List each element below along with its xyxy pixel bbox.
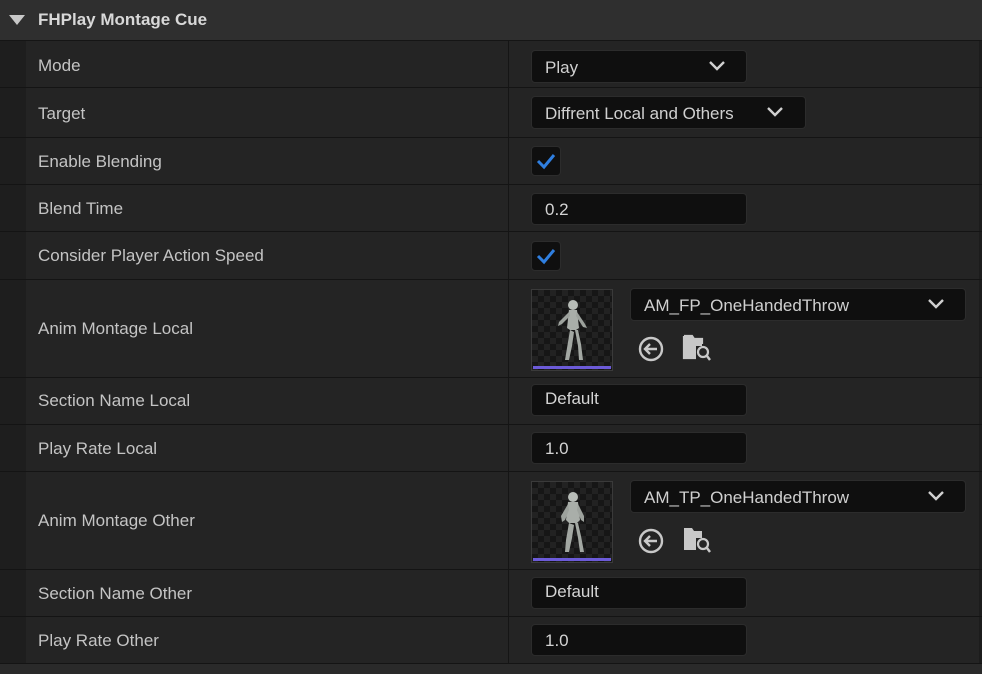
property-row-blend-time: Blend Time 0.2 (0, 185, 982, 232)
character-preview-icon (561, 492, 584, 552)
section-name-other-label: Section Name Other (38, 584, 193, 603)
anim-montage-local-thumbnail[interactable] (531, 289, 613, 371)
chevron-down-icon (928, 491, 944, 501)
blend-time-label: Blend Time (38, 199, 124, 218)
panel-footer (0, 664, 982, 674)
property-row-section-name-local: Section Name Local Default (0, 378, 982, 425)
property-row-mode: Mode Play (0, 41, 982, 88)
play-rate-other-label: Play Rate Other (38, 631, 159, 650)
section-name-local-label: Section Name Local (38, 391, 191, 410)
chevron-down-icon (928, 299, 944, 309)
property-row-target: Target Diffrent Local and Others (0, 88, 982, 138)
play-rate-local-input[interactable]: 1.0 (531, 432, 747, 464)
blend-time-value: 0.2 (545, 200, 569, 219)
section-name-local-value: Default (545, 389, 599, 408)
details-panel: FHPlay Montage Cue Mode Play Target Diff… (0, 0, 982, 674)
play-rate-other-value: 1.0 (545, 631, 569, 650)
chevron-down-icon (767, 107, 783, 117)
find-in-browser-icon[interactable] (682, 332, 712, 362)
property-row-consider-speed: Consider Player Action Speed (0, 232, 982, 280)
anim-montage-local-value: AM_FP_OneHandedThrow (644, 296, 850, 315)
section-header[interactable]: FHPlay Montage Cue (0, 0, 982, 41)
section-name-other-value: Default (545, 582, 599, 601)
property-row-anim-montage-other: Anim Montage Other AM_TP_OneHandedThrow (0, 472, 982, 570)
property-row-enable-blending: Enable Blending (0, 138, 982, 185)
checkmark-icon (536, 249, 556, 265)
consider-speed-checkbox[interactable] (531, 241, 561, 271)
asset-type-bar (533, 366, 611, 369)
character-preview-icon (558, 300, 587, 360)
property-row-section-name-other: Section Name Other Default (0, 570, 982, 617)
section-title: FHPlay Montage Cue (38, 10, 208, 29)
target-label: Target (38, 104, 86, 123)
anim-montage-other-thumbnail[interactable] (531, 481, 613, 563)
anim-montage-other-value: AM_TP_OneHandedThrow (644, 488, 850, 507)
anim-montage-other-label: Anim Montage Other (38, 511, 195, 530)
browse-back-icon[interactable] (636, 526, 666, 556)
enable-blending-label: Enable Blending (38, 152, 162, 171)
property-row-play-rate-other: Play Rate Other 1.0 (0, 617, 982, 664)
mode-value: Play (545, 58, 579, 77)
find-in-browser-icon[interactable] (682, 524, 712, 554)
property-row-play-rate-local: Play Rate Local 1.0 (0, 425, 982, 472)
target-value: Diffrent Local and Others (545, 104, 734, 123)
anim-montage-local-label: Anim Montage Local (38, 319, 193, 338)
mode-label: Mode (38, 56, 81, 75)
anim-montage-other-picker[interactable]: AM_TP_OneHandedThrow (630, 480, 966, 513)
target-dropdown[interactable]: Diffrent Local and Others (531, 96, 806, 129)
play-rate-local-label: Play Rate Local (38, 439, 158, 458)
property-row-anim-montage-local: Anim Montage Local AM_FP_OneHandedThrow (0, 280, 982, 378)
section-name-other-input[interactable]: Default (531, 577, 747, 609)
enable-blending-checkbox[interactable] (531, 146, 561, 176)
play-rate-other-input[interactable]: 1.0 (531, 624, 747, 656)
consider-speed-label: Consider Player Action Speed (38, 246, 264, 265)
browse-back-icon[interactable] (636, 334, 666, 364)
checkmark-icon (536, 154, 556, 170)
chevron-down-icon (709, 61, 725, 71)
blend-time-input[interactable]: 0.2 (531, 193, 747, 225)
mode-dropdown[interactable]: Play (531, 50, 747, 83)
collapse-arrow-icon[interactable] (9, 15, 25, 25)
play-rate-local-value: 1.0 (545, 439, 569, 458)
anim-montage-local-picker[interactable]: AM_FP_OneHandedThrow (630, 288, 966, 321)
section-name-local-input[interactable]: Default (531, 384, 747, 416)
asset-type-bar (533, 558, 611, 561)
